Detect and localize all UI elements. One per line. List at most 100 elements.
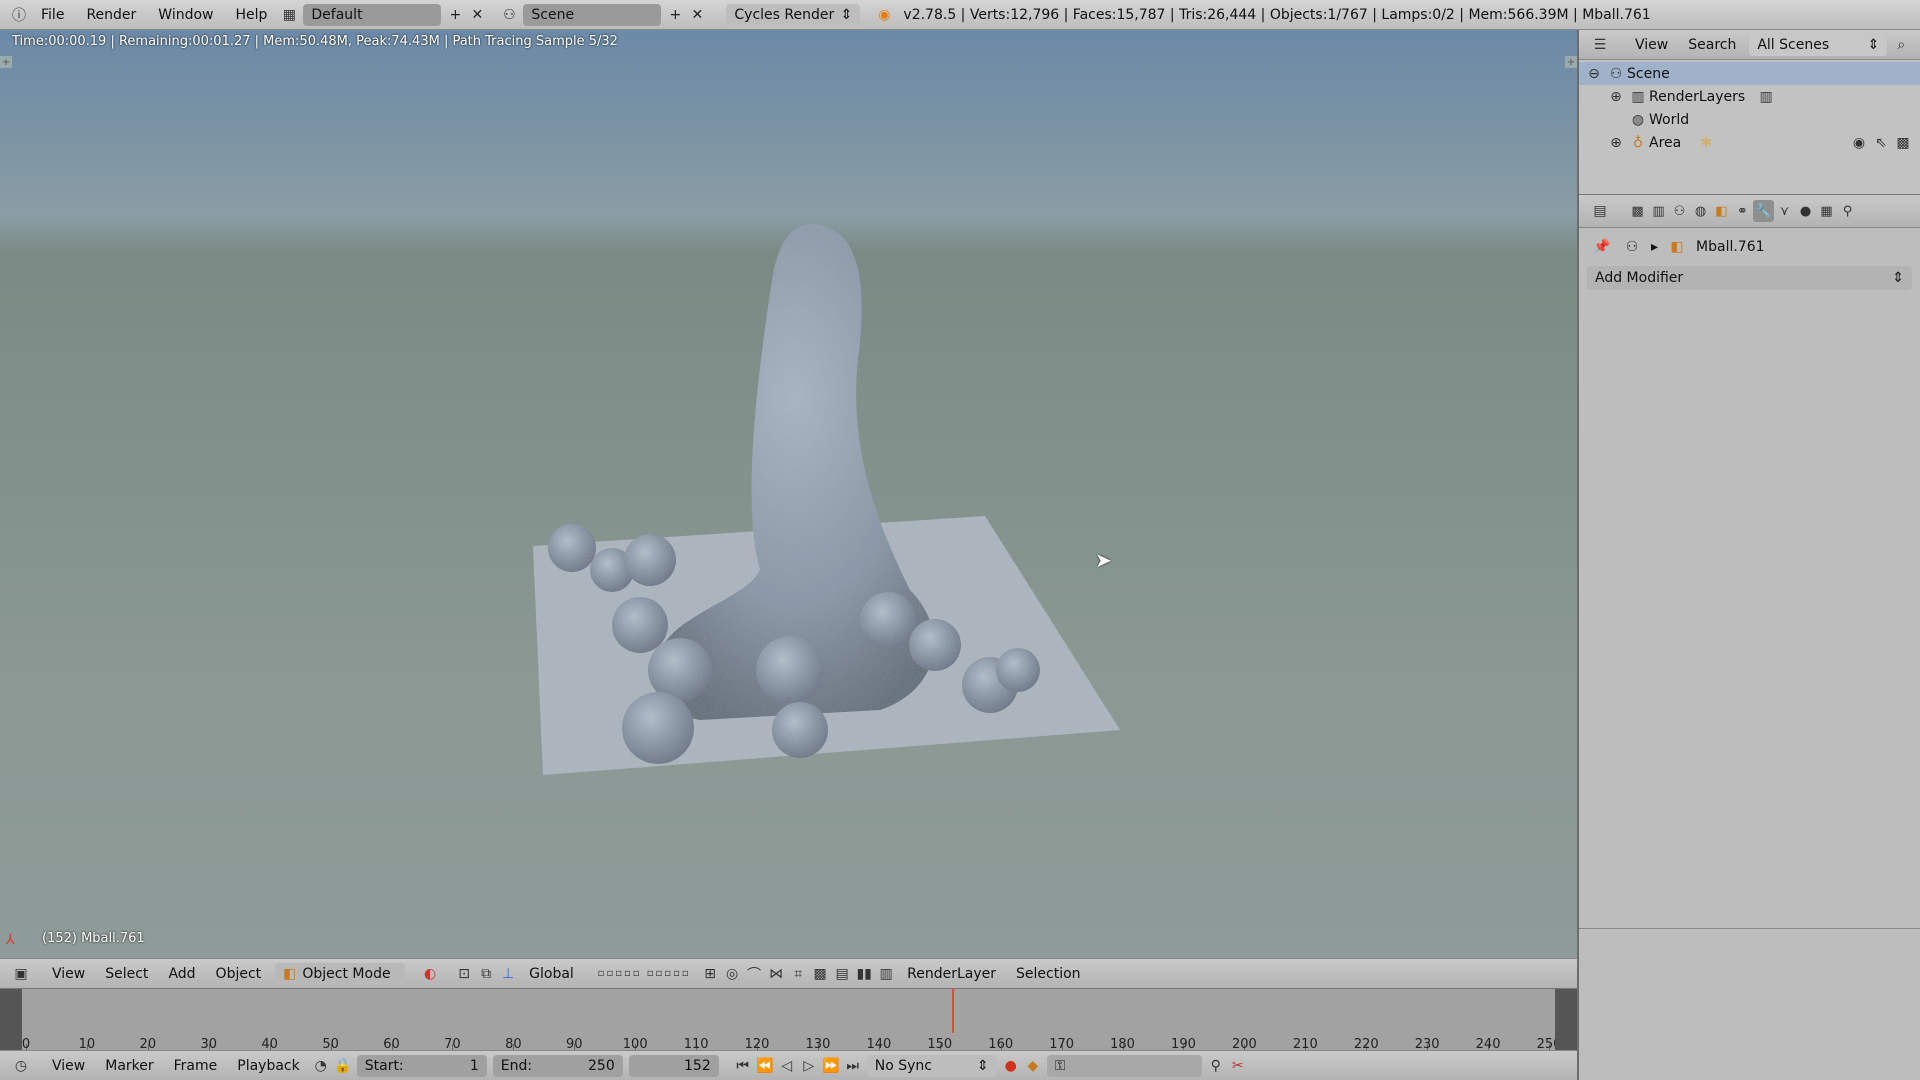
opengl-render-icon[interactable]: ⌗ [787, 963, 809, 985]
timeline-ruler[interactable]: 0 10 20 30 40 50 60 70 80 90 100 110 120 130 140 150 160… [22, 989, 1561, 1052]
menu-object[interactable]: Object [206, 966, 272, 982]
properties-editor-icon[interactable]: ▤ [1589, 200, 1611, 222]
transform-orientation-select[interactable]: Global [519, 966, 589, 982]
world-tab-icon[interactable]: ◍ [1690, 200, 1711, 222]
outliner-filter-select[interactable]: All Scenes ⇕ [1749, 33, 1888, 56]
delete-keyframe-icon[interactable]: ✂ [1227, 1055, 1249, 1077]
transform-axis-icon[interactable]: ⊥ [497, 963, 519, 985]
remove-scene-button[interactable]: ✕ [686, 4, 708, 26]
outliner-editor-icon[interactable]: ☰ [1589, 34, 1611, 56]
start-frame-field[interactable]: Start: 1 [356, 1054, 487, 1077]
add-modifier-button[interactable]: Add Modifier ⇕ [1587, 266, 1912, 290]
outliner-item-label: World [1649, 111, 1690, 128]
pause-render-icon[interactable]: ▮▮ [853, 963, 875, 985]
render-image-icon[interactable]: ▩ [809, 963, 831, 985]
menu-file[interactable]: File [30, 7, 75, 23]
expand-icon[interactable]: ⊕ [1605, 86, 1627, 108]
render-tab-icon[interactable]: ▩ [1627, 200, 1648, 222]
keyframe-icon[interactable]: ◆ [1022, 1055, 1044, 1077]
outliner-item-renderlayers[interactable]: ⊕ ▥ RenderLayers ▥ [1579, 85, 1920, 108]
modifiers-tab-icon[interactable]: 🔧 [1753, 200, 1774, 222]
scene-statistics: v2.78.5 | Verts:12,796 | Faces:15,787 | … [903, 6, 1651, 23]
jump-start-icon[interactable]: ⏮ [732, 1055, 754, 1077]
screen-layout-name: Default [311, 6, 363, 23]
eye-icon[interactable]: ◉ [1848, 132, 1870, 154]
outliner-menu-view[interactable]: View [1625, 37, 1678, 53]
menu-render[interactable]: Render [75, 7, 147, 23]
render-layer-label[interactable]: RenderLayer [897, 966, 1006, 982]
info-editor-icon[interactable]: ⓘ [8, 4, 30, 26]
pivot-point-icon[interactable]: ⊡ [453, 963, 475, 985]
menu-frame[interactable]: Frame [164, 1058, 228, 1074]
menu-view[interactable]: View [42, 966, 95, 982]
scene-icon[interactable]: ⚇ [498, 4, 520, 26]
clock-icon[interactable]: ◔ [310, 1055, 332, 1077]
timeline-scroll-left[interactable] [0, 989, 22, 1050]
render-engine-select[interactable]: Cycles Render ⇕ [726, 3, 861, 26]
record-icon[interactable]: ● [1000, 1055, 1022, 1077]
physics-tab-icon[interactable]: ⚲ [1837, 200, 1858, 222]
pin-icon[interactable]: 📌 [1591, 236, 1613, 258]
render-layer-icon[interactable]: ▥ [875, 963, 897, 985]
outliner-menu-search[interactable]: Search [1678, 37, 1746, 53]
add-layout-button[interactable]: + [444, 4, 466, 26]
viewport-shading-icon[interactable]: ◐ [419, 963, 441, 985]
play-icon[interactable]: ▷ [798, 1055, 820, 1077]
editor-type-icon[interactable]: ▣ [10, 963, 32, 985]
menu-window[interactable]: Window [147, 7, 224, 23]
jump-end-icon[interactable]: ⏭ [842, 1055, 864, 1077]
remove-layout-button[interactable]: ✕ [466, 4, 488, 26]
collapse-icon[interactable]: ⊖ [1583, 63, 1605, 85]
proportional-edit-icon[interactable]: ◎ [721, 963, 743, 985]
lock-icon[interactable]: 🔒 [332, 1055, 354, 1077]
insert-keyframe-icon[interactable]: ⚲ [1205, 1055, 1227, 1077]
texture-tab-icon[interactable]: ▦ [1816, 200, 1837, 222]
cursor-select-icon[interactable]: ⇖ [1870, 132, 1892, 154]
layers-grid-icon[interactable]: ▫▫▫▫▫ ▫▫▫▫▫ [589, 963, 699, 985]
scene-tab-icon[interactable]: ⚇ [1669, 200, 1690, 222]
outliner-item-area[interactable]: ⊕ ♁ Area ✱ ◉ ⇖ ▩ [1579, 131, 1920, 154]
keying-set-field[interactable]: ⚿ [1046, 1054, 1202, 1077]
jump-prev-keyframe-icon[interactable]: ⏪ [754, 1055, 776, 1077]
outliner-item-scene[interactable]: ⊖ ⚇ Scene [1579, 62, 1920, 85]
outliner-item-world[interactable]: ◍ World [1579, 108, 1920, 131]
snap-icon[interactable]: ⌒ [743, 963, 765, 985]
selection-label[interactable]: Selection [1006, 966, 1091, 982]
timeline-scroll-right[interactable] [1555, 989, 1577, 1050]
menu-marker[interactable]: Marker [95, 1058, 163, 1074]
object-tab-icon[interactable]: ◧ [1711, 200, 1732, 222]
render-anim-icon[interactable]: ▤ [831, 963, 853, 985]
menu-view-timeline[interactable]: View [42, 1058, 95, 1074]
sync-mode-select[interactable]: No Sync ⇕ [866, 1054, 997, 1077]
object-mode-select[interactable]: ◧ Object Mode [275, 962, 406, 985]
menu-add[interactable]: Add [158, 966, 205, 982]
particles-tab-icon[interactable]: ⋎ [1774, 200, 1795, 222]
search-icon[interactable]: ⌕ [1890, 34, 1912, 56]
play-reverse-icon[interactable]: ◁ [776, 1055, 798, 1077]
add-scene-button[interactable]: + [664, 4, 686, 26]
screen-layout-field[interactable]: Default [303, 3, 442, 26]
menu-help[interactable]: Help [224, 7, 278, 23]
timeline[interactable]: 0 10 20 30 40 50 60 70 80 90 100 110 120 130 140 150 160… [0, 988, 1577, 1052]
snap-target-icon[interactable]: ⋈ [765, 963, 787, 985]
menu-playback[interactable]: Playback [227, 1058, 309, 1074]
outliner[interactable]: ⊖ ⚇ Scene ⊕ ▥ RenderLayers ▥ ◍ World ⊕ ♁… [1579, 60, 1920, 194]
scene-field[interactable]: Scene [523, 3, 662, 26]
manipulator-icon[interactable]: ⧉ [475, 963, 497, 985]
constraints-tab-icon[interactable]: ⚭ [1732, 200, 1753, 222]
timeline-editor-icon[interactable]: ◷ [10, 1055, 32, 1077]
current-frame-field[interactable]: 152 [628, 1054, 719, 1077]
playhead[interactable] [951, 989, 954, 1033]
metaball-sphere [996, 648, 1040, 692]
menu-select[interactable]: Select [95, 966, 158, 982]
metaball-sphere [624, 534, 676, 586]
jump-next-keyframe-icon[interactable]: ⏩ [820, 1055, 842, 1077]
expand-icon[interactable]: ⊕ [1605, 132, 1627, 154]
render-layers-tab-icon[interactable]: ▥ [1648, 200, 1669, 222]
end-frame-field[interactable]: End: 250 [492, 1054, 623, 1077]
material-tab-icon[interactable]: ● [1795, 200, 1816, 222]
screen-layout-icon[interactable]: ▦ [278, 4, 300, 26]
camera-render-icon[interactable]: ▩ [1892, 132, 1914, 154]
lock-camera-icon[interactable]: ⊞ [699, 963, 721, 985]
3d-viewport[interactable]: Time:00:00.19 | Remaining:00:01.27 | Mem… [0, 30, 1577, 958]
